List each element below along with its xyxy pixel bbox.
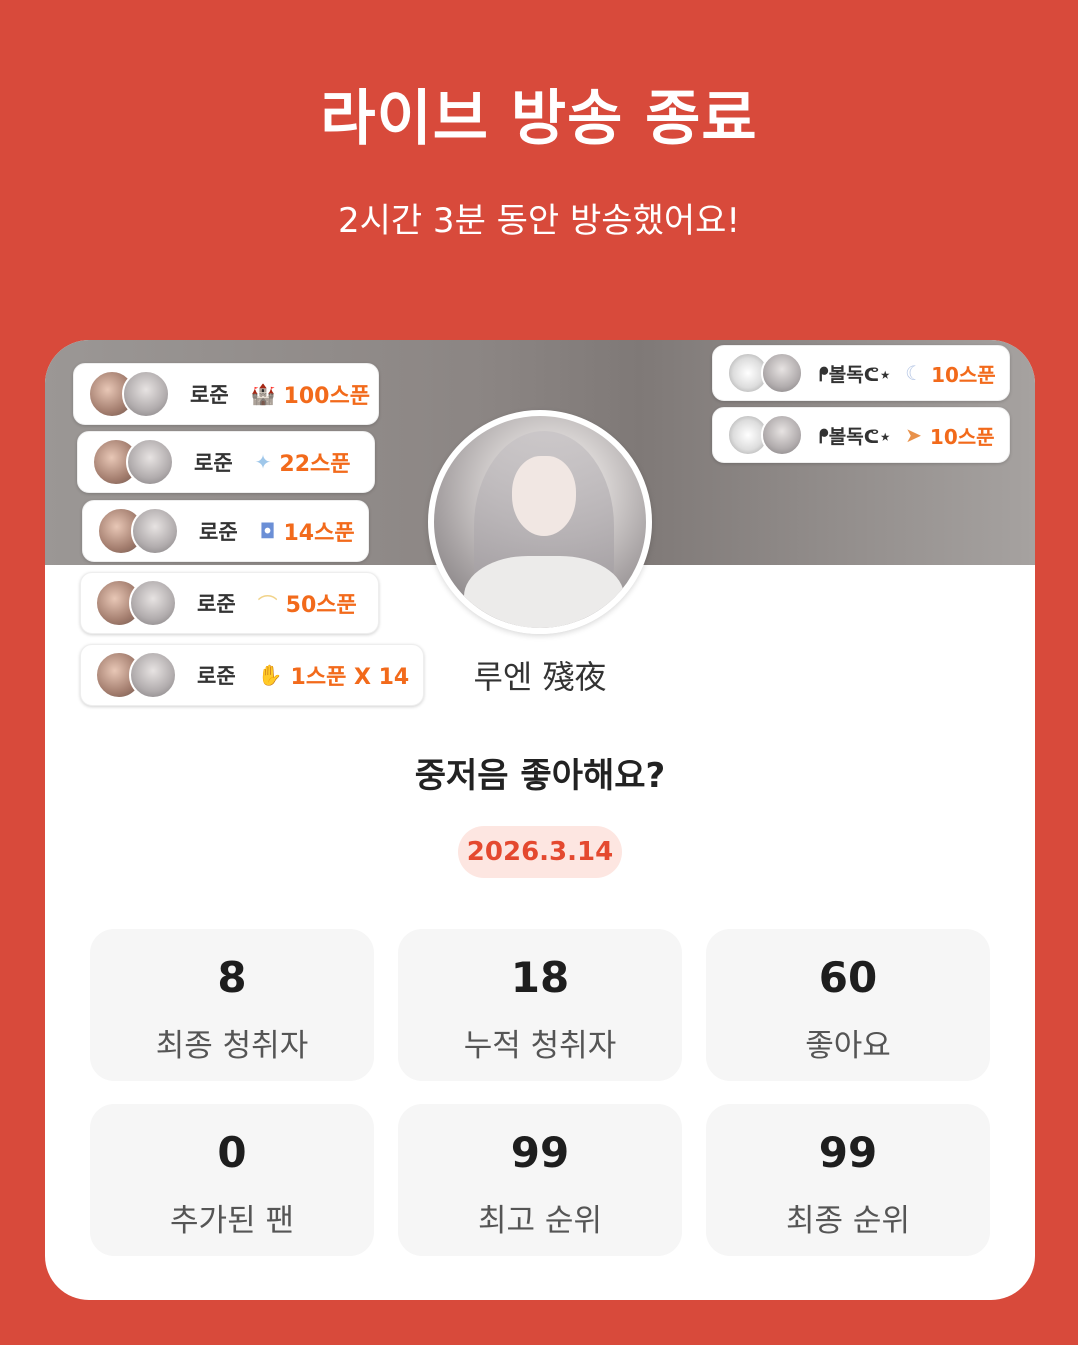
stat-value: 8 bbox=[217, 953, 247, 1002]
stat-value: 60 bbox=[818, 953, 878, 1002]
gift-sender-name: ᖰ볼독ᕦ⋆ bbox=[819, 363, 892, 386]
stat-label: 최종 순위 bbox=[786, 1203, 910, 1239]
avatar bbox=[761, 352, 803, 394]
gift-notification: 로준 ✦ 22스푼 bbox=[77, 431, 375, 493]
hand-icon: ✋ bbox=[257, 663, 283, 687]
broadcast-title: 중저음 좋아해요? bbox=[414, 756, 666, 796]
stat-label: 누적 청취자 bbox=[463, 1028, 617, 1064]
stat-label: 최종 청취자 bbox=[155, 1028, 309, 1064]
gift-sender-avatars bbox=[88, 370, 174, 418]
stat-value: 0 bbox=[217, 1128, 247, 1177]
stat-value: 99 bbox=[818, 1128, 878, 1177]
avatar bbox=[122, 370, 170, 418]
gift-sender-name: 로준 bbox=[197, 592, 236, 616]
sparkle-icon: ✦ bbox=[254, 450, 272, 474]
gift-notification: 로준 ✋ 1스푼 X 14 bbox=[80, 644, 424, 706]
avatar bbox=[131, 507, 179, 555]
broadcast-date: 2026.3.14 bbox=[458, 826, 622, 878]
stat-label: 최고 순위 bbox=[478, 1203, 602, 1239]
gift-sender-avatars bbox=[97, 507, 183, 555]
stat-value: 18 bbox=[510, 953, 570, 1002]
crescent-icon: ⌒ bbox=[257, 592, 278, 617]
gift-sender-avatars bbox=[727, 414, 813, 456]
castle-icon: 🏰 bbox=[250, 382, 276, 406]
stat-best-rank: 99 최고 순위 bbox=[398, 1104, 682, 1256]
gift-amount: 22스푼 bbox=[279, 452, 351, 477]
broadcast-duration: 2시간 3분 동안 방송했어요! bbox=[337, 201, 741, 241]
stat-label: 추가된 팬 bbox=[170, 1203, 294, 1239]
gift-amount: 1스푼 X 14 bbox=[290, 665, 410, 690]
cup-icon: ◘ bbox=[259, 519, 276, 543]
stat-likes: 60 좋아요 bbox=[706, 929, 990, 1081]
page-title: 라이브 방송 종료 bbox=[320, 84, 758, 154]
gift-amount: 50스푼 bbox=[285, 593, 357, 618]
gift-sender-avatars bbox=[92, 438, 178, 486]
gift-sender-avatars bbox=[95, 651, 181, 699]
stat-value: 99 bbox=[510, 1128, 570, 1177]
avatar bbox=[126, 438, 174, 486]
gift-notification: 로준 ⌒ 50스푼 bbox=[80, 572, 379, 634]
avatar bbox=[129, 651, 177, 699]
gift-amount: 10스푼 bbox=[929, 424, 995, 449]
stat-new-fans: 0 추가된 팬 bbox=[90, 1104, 374, 1256]
stat-final-listeners: 8 최종 청취자 bbox=[90, 929, 374, 1081]
gift-sender-name: 로준 bbox=[197, 664, 236, 688]
gift-amount: 14스푼 bbox=[283, 521, 355, 546]
moon-icon: ☾ bbox=[905, 361, 924, 385]
gift-amount: 10스푼 bbox=[931, 362, 996, 387]
gift-notification: 로준 🏰 100스푼 bbox=[73, 363, 379, 425]
profile-avatar[interactable] bbox=[428, 410, 652, 634]
gift-notification: 로준 ◘ 14스푼 bbox=[82, 500, 369, 562]
gift-notification: ᖰ볼독ᕦ⋆ ☾ 10스푼 bbox=[712, 345, 1010, 401]
stat-total-listeners: 18 누적 청취자 bbox=[398, 929, 682, 1081]
gift-sender-name: 로준 bbox=[199, 520, 238, 544]
stat-final-rank: 99 최종 순위 bbox=[706, 1104, 990, 1256]
avatar bbox=[129, 579, 177, 627]
gift-sender-avatars bbox=[95, 579, 181, 627]
gift-sender-avatars bbox=[727, 352, 813, 394]
gift-sender-name: ᖰ볼독ᕦ⋆ bbox=[819, 425, 892, 448]
carrot-icon: ➤ bbox=[905, 423, 922, 447]
avatar bbox=[761, 414, 803, 456]
gift-amount: 100스푼 bbox=[283, 384, 370, 409]
gift-notification: ᖰ볼독ᕦ⋆ ➤ 10스푼 bbox=[712, 407, 1010, 463]
gift-sender-name: 로준 bbox=[190, 383, 229, 407]
stat-label: 좋아요 bbox=[805, 1028, 891, 1064]
gift-sender-name: 로준 bbox=[194, 451, 233, 475]
